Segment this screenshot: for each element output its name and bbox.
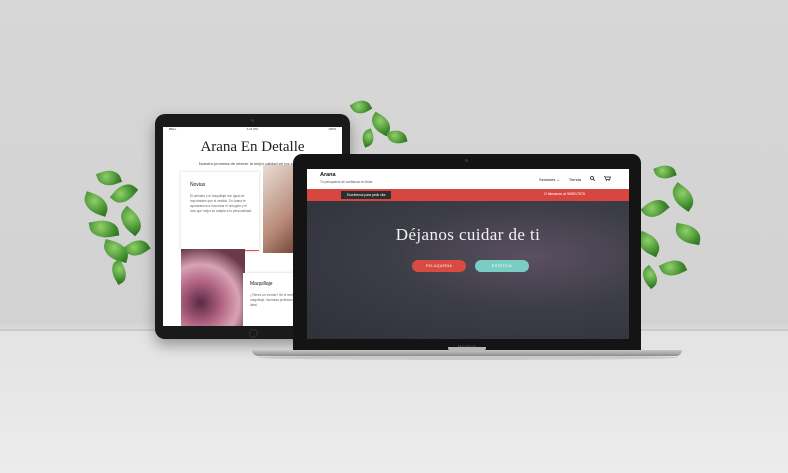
book-appointment-button[interactable]: Escríbenos para pedir cita	[341, 191, 392, 199]
hero-section: Déjanos cuidar de ti PELUQUERÍA ESTÉTICA	[307, 201, 629, 339]
contact-bar: Escríbenos para pedir cita O llámanos al…	[307, 189, 629, 201]
left-plant	[78, 150, 158, 290]
nav-item-tienda[interactable]: Tienda	[569, 177, 581, 182]
main-nav: Sesiones ⌄ Tienda	[539, 176, 612, 182]
search-icon[interactable]	[590, 176, 596, 182]
status-carrier: BELL	[169, 127, 177, 131]
laptop-screen: Arana Tu peluquería de confianza en Ibiz…	[307, 169, 629, 339]
status-battery: 100%	[328, 127, 336, 131]
cart-icon[interactable]	[604, 176, 612, 182]
site-header: Arana Tu peluquería de confianza en Ibiz…	[307, 169, 629, 189]
makeup-palette-photo	[181, 249, 245, 326]
card-number: 01	[190, 180, 195, 185]
laptop-lid: Arana Tu peluquería de confianza en Ibiz…	[293, 154, 641, 350]
nav-item-sesiones[interactable]: Sesiones ⌄	[539, 177, 560, 182]
peluqueria-button[interactable]: PELUQUERÍA	[412, 260, 466, 272]
chevron-down-icon: ⌄	[556, 176, 560, 182]
laptop-camera	[465, 159, 468, 162]
laptop-notch	[448, 347, 486, 351]
nav-label: Sesiones	[538, 176, 556, 182]
card-title: Novias	[190, 182, 206, 188]
tablet-status-bar: BELL 4:21 PM 100%	[163, 127, 342, 133]
hero-title: Déjanos cuidar de ti	[395, 225, 541, 244]
site-logo[interactable]: Arana	[320, 172, 336, 178]
tablet-camera	[251, 119, 254, 122]
service-card-novias[interactable]: 01 Novias El peinado y el maquillaje son…	[181, 172, 259, 251]
tablet-home-button[interactable]	[249, 329, 258, 338]
site-tagline: Tu peluquería de confianza en Ibiza	[320, 180, 373, 184]
status-time: 4:21 PM	[246, 127, 258, 131]
estetica-button[interactable]: ESTÉTICA	[475, 260, 529, 272]
card-text: El peinado y el maquillaje son igual de …	[190, 194, 253, 213]
phone-number[interactable]: O llámanos al 965517576	[544, 192, 585, 196]
